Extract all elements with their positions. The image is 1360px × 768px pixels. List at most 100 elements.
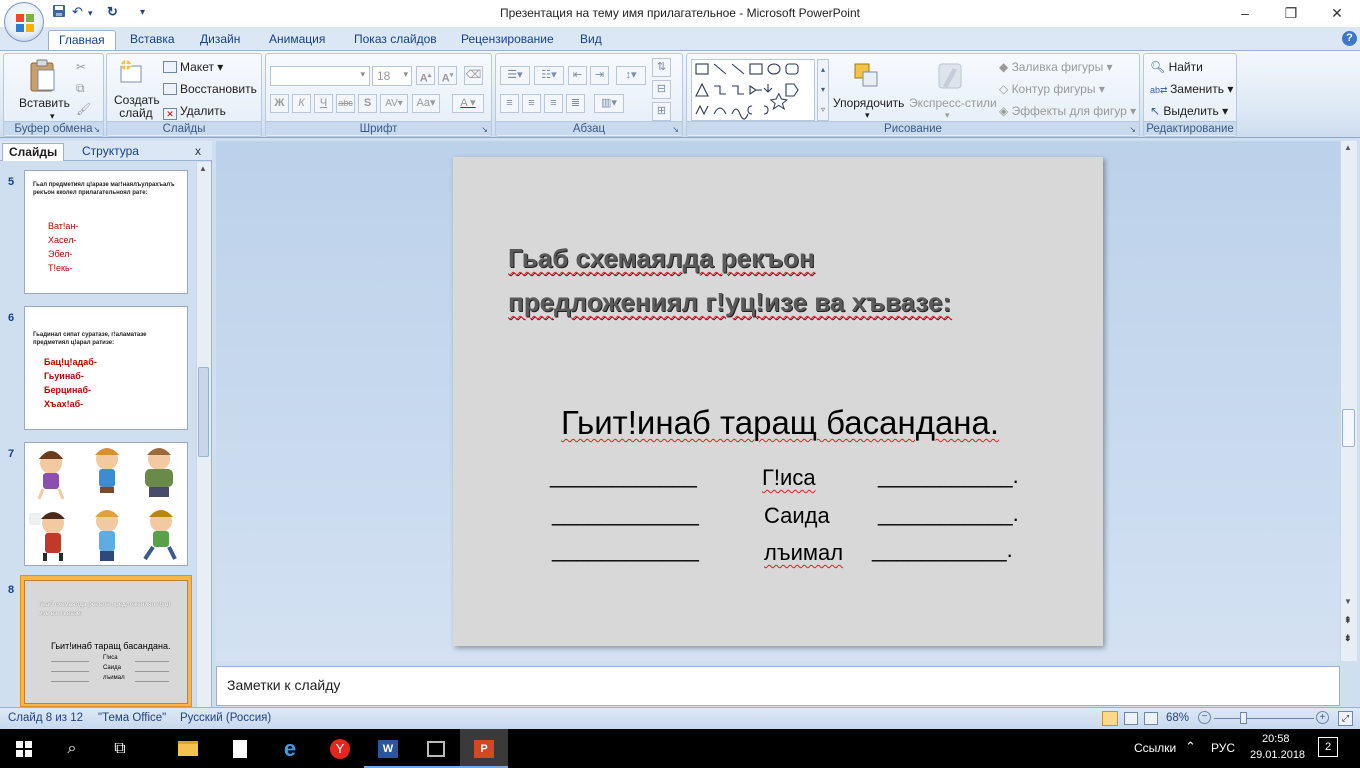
shrink-font-icon[interactable]: A▾: [438, 66, 457, 85]
columns-icon[interactable]: ▥▾: [594, 94, 624, 113]
arrange-icon[interactable]: [851, 60, 883, 92]
tab-slides-pane[interactable]: Слайды: [2, 143, 65, 161]
zoom-out-icon[interactable]: −: [1198, 711, 1211, 724]
replace-button[interactable]: ab⇄ Заменить ▾: [1150, 82, 1233, 96]
slide-thumbnail-5[interactable]: Гьал предметиял ц!аразе маг!наялъулрахъа…: [24, 170, 188, 294]
italic-icon[interactable]: К: [292, 94, 311, 113]
screenshot-tool-icon[interactable]: [412, 729, 460, 768]
slideshow-view-icon[interactable]: [1144, 712, 1158, 725]
powerpoint-icon[interactable]: P: [460, 729, 508, 768]
close-button[interactable]: ✕: [1314, 0, 1360, 28]
strikethrough-icon[interactable]: abc: [336, 94, 355, 113]
select-button[interactable]: ↖ Выделить ▾: [1150, 104, 1228, 118]
paste-icon[interactable]: [28, 58, 58, 94]
tab-view[interactable]: Вид: [570, 30, 612, 50]
tab-slideshow[interactable]: Показ слайдов: [344, 30, 447, 50]
drawing-launcher-icon[interactable]: ↘: [1129, 125, 1136, 134]
decrease-indent-icon[interactable]: ⇤: [568, 66, 587, 85]
edge-browser-icon[interactable]: e: [266, 729, 314, 768]
fit-to-window-icon[interactable]: ⤢: [1338, 711, 1353, 726]
tab-home[interactable]: Главная: [48, 30, 116, 50]
font-launcher-icon[interactable]: ↘: [481, 125, 488, 134]
bold-icon[interactable]: Ж: [270, 94, 289, 113]
new-slide-button[interactable]: Создать слайд: [114, 94, 160, 120]
show-hidden-icons[interactable]: ⌃: [1185, 739, 1196, 755]
align-text-icon[interactable]: ⊟: [652, 80, 671, 99]
underline-icon[interactable]: Ч: [314, 94, 333, 113]
shape-outline-button[interactable]: ◇ Контур фигуры ▾: [999, 82, 1105, 96]
clear-format-icon[interactable]: ⌫: [464, 66, 483, 85]
slides-pane-scrollbar[interactable]: ▲: [196, 162, 211, 707]
tab-design[interactable]: Дизайн: [190, 30, 250, 50]
notes-pane[interactable]: Заметки к слайду: [216, 666, 1340, 706]
scroll-up-icon[interactable]: ▲: [1344, 143, 1352, 152]
bullets-icon[interactable]: ☰▾: [500, 66, 530, 85]
tab-animation[interactable]: Анимация: [259, 30, 335, 50]
new-slide-icon[interactable]: [119, 58, 145, 88]
shadow-icon[interactable]: S: [358, 94, 377, 113]
notifications-icon[interactable]: 2: [1318, 737, 1338, 757]
cut-icon[interactable]: ✂: [76, 60, 86, 74]
change-case-icon[interactable]: Aa▾: [412, 94, 440, 113]
zoom-slider-track[interactable]: [1214, 718, 1314, 719]
slide-sorter-icon[interactable]: [1124, 712, 1138, 725]
slides-pane-scroll-thumb[interactable]: [198, 367, 209, 457]
align-right-icon[interactable]: ≡: [544, 94, 563, 113]
paragraph-launcher-icon[interactable]: ↘: [672, 125, 679, 134]
align-center-icon[interactable]: ≡: [522, 94, 541, 113]
font-family-combo[interactable]: ▾: [270, 66, 370, 86]
document-icon[interactable]: [216, 729, 264, 768]
scroll-up-icon[interactable]: ▲: [199, 164, 207, 173]
theme-name[interactable]: "Тема Office": [98, 712, 166, 724]
font-family-dropdown-icon[interactable]: ▾: [360, 69, 365, 80]
align-left-icon[interactable]: ≡: [500, 94, 519, 113]
maximize-button[interactable]: ❐: [1268, 0, 1314, 28]
slide-thumbnail-7[interactable]: [24, 442, 188, 566]
clock-date[interactable]: 29.01.2018: [1250, 749, 1305, 761]
delete-button[interactable]: ✕ Удалить: [163, 104, 226, 120]
smartart-icon[interactable]: ⊞: [652, 102, 671, 121]
shapes-gallery[interactable]: [691, 59, 815, 121]
tab-insert[interactable]: Вставка: [120, 30, 185, 50]
grow-font-icon[interactable]: A▴: [416, 66, 435, 85]
tab-outline-pane[interactable]: Структура: [76, 143, 145, 161]
shape-effects-button[interactable]: ◈ Эффекты для фигур ▾: [999, 104, 1136, 118]
paste-button[interactable]: Вставить: [19, 96, 70, 110]
slide-thumbnail-6[interactable]: Гьадинал сипат суратазе, г!аламатазе пре…: [24, 306, 188, 430]
quick-styles-dropdown-icon[interactable]: ▾: [945, 110, 950, 121]
office-button[interactable]: [4, 2, 44, 42]
quick-styles-button[interactable]: Экспресс-стили: [909, 96, 997, 110]
increase-indent-icon[interactable]: ⇥: [590, 66, 609, 85]
links-toolbar[interactable]: Ссылки: [1134, 741, 1176, 755]
zoom-slider-thumb[interactable]: [1240, 712, 1247, 724]
start-button[interactable]: [0, 729, 48, 768]
search-icon[interactable]: ⌕: [48, 729, 96, 768]
shape-fill-button[interactable]: ◆ Заливка фигуры ▾: [999, 60, 1113, 74]
task-view-icon[interactable]: ⧉: [96, 729, 144, 768]
clock-time[interactable]: 20:58: [1262, 733, 1290, 745]
help-icon[interactable]: ?: [1342, 31, 1357, 46]
zoom-in-icon[interactable]: +: [1316, 711, 1329, 724]
word-icon[interactable]: W: [364, 729, 412, 768]
zoom-level[interactable]: 68%: [1166, 712, 1189, 724]
find-button[interactable]: 🔍︎ Найти: [1150, 60, 1203, 74]
layout-button[interactable]: Макет ▾: [163, 60, 223, 74]
tab-review[interactable]: Рецензирование: [451, 30, 564, 50]
file-explorer-icon[interactable]: [164, 729, 212, 768]
char-spacing-icon[interactable]: AV▾: [380, 94, 408, 113]
font-size-combo[interactable]: 18 ▾: [372, 66, 412, 86]
arrange-dropdown-icon[interactable]: ▾: [865, 110, 870, 121]
next-slide-icon[interactable]: ⇟: [1344, 633, 1352, 644]
line-spacing-icon[interactable]: ↕▾: [616, 66, 646, 85]
font-size-dropdown-icon[interactable]: ▾: [403, 69, 408, 80]
slide-scroll-thumb[interactable]: [1342, 409, 1355, 447]
close-pane-icon[interactable]: x: [195, 144, 201, 158]
font-color-icon[interactable]: A ▾: [452, 94, 484, 113]
reset-button[interactable]: Восстановить: [163, 82, 257, 96]
normal-view-icon[interactable]: [1102, 711, 1118, 726]
numbering-icon[interactable]: ☷▾: [534, 66, 564, 85]
previous-slide-icon[interactable]: ⇞: [1344, 615, 1352, 626]
language-indicator[interactable]: Русский (Россия): [180, 712, 271, 724]
scroll-down-icon[interactable]: ▼: [1344, 597, 1352, 606]
quick-styles-icon[interactable]: [933, 60, 965, 92]
